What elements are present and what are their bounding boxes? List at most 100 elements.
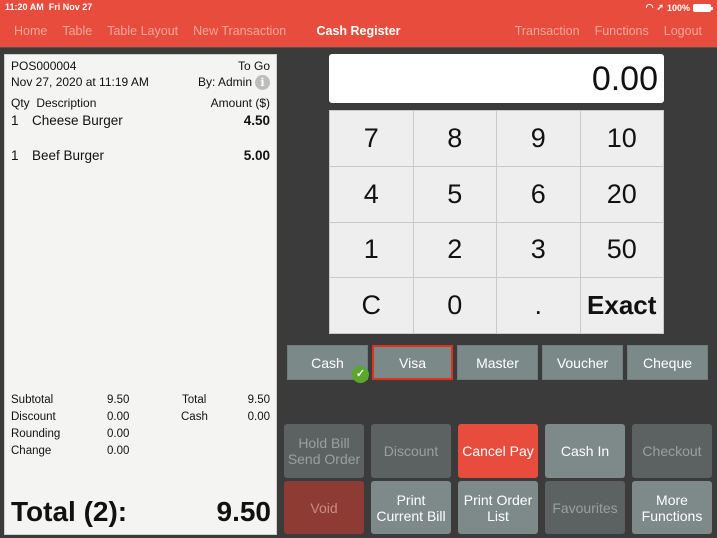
location-icon: ➚ xyxy=(656,2,664,12)
keypad: 7 8 9 10 4 5 6 20 1 2 3 50 C 0 . Exact xyxy=(329,110,664,334)
change-label: Change xyxy=(11,445,52,457)
info-icon[interactable]: i xyxy=(255,75,270,91)
item-qty: 1 xyxy=(11,113,19,128)
tender-master-button[interactable]: Master xyxy=(457,345,538,380)
tender-cheque-button[interactable]: Cheque xyxy=(627,345,708,380)
key-5[interactable]: 5 xyxy=(413,166,496,222)
discount-value: 0.00 xyxy=(107,411,130,423)
function-label: Hold Bill Send Order xyxy=(287,435,361,467)
cancel-pay-button[interactable]: Cancel Pay xyxy=(458,424,538,478)
key-8[interactable]: 8 xyxy=(413,111,496,166)
clock: 11:20 AM xyxy=(5,2,44,12)
rounding-label: Rounding xyxy=(11,428,61,440)
order-id: POS000004 xyxy=(11,59,77,73)
tender-label: Master xyxy=(476,354,519,371)
cash-label: Cash xyxy=(181,411,208,423)
receipt-item[interactable]: 1 Cheese Burger 4.50 xyxy=(11,113,270,128)
tender-label: Voucher xyxy=(556,354,609,371)
order-type: To Go xyxy=(237,59,270,73)
tender-voucher-button[interactable]: Voucher xyxy=(542,345,623,380)
cash-in-button[interactable]: Cash In xyxy=(545,424,625,478)
function-label: Checkout xyxy=(642,443,702,459)
item-description: Cheese Burger xyxy=(32,113,123,128)
key-3[interactable]: 3 xyxy=(497,222,580,278)
hold-bill-send-order-button[interactable]: Hold Bill Send Order xyxy=(284,424,364,478)
nav-functions[interactable]: Functions xyxy=(595,24,649,38)
tender-label: Cash xyxy=(311,354,344,371)
cash-register-app: 11:20 AM Fri Nov 27 ◠ ➚ 100% Home Table … xyxy=(0,0,717,538)
key-50[interactable]: 50 xyxy=(580,222,663,278)
tender-cash-button[interactable]: Cash ✓ xyxy=(287,345,369,383)
order-by-text: By: Admin xyxy=(197,75,252,89)
function-label: Print Order List xyxy=(463,491,533,524)
item-amount: 4.50 xyxy=(243,113,270,128)
key-9[interactable]: 9 xyxy=(497,111,580,166)
function-buttons: Hold Bill Send Order Discount Cancel Pay … xyxy=(284,424,712,534)
function-label: Favourites xyxy=(552,499,618,516)
key-7[interactable]: 7 xyxy=(330,111,413,166)
checkout-button[interactable]: Checkout xyxy=(632,424,712,478)
function-label: Void xyxy=(310,499,338,516)
top-bar: 11:20 AM Fri Nov 27 ◠ ➚ 100% Home Table … xyxy=(0,0,717,48)
nav-right: Transaction Functions Logout xyxy=(515,24,702,38)
key-0[interactable]: 0 xyxy=(413,278,496,333)
column-description: Description xyxy=(36,96,97,110)
tender-label: Visa xyxy=(399,354,426,371)
nav-table-layout[interactable]: Table Layout xyxy=(107,24,178,38)
column-qty: Qty xyxy=(11,96,30,110)
key-exact[interactable]: Exact xyxy=(580,278,663,333)
column-qty-description: Qty Description xyxy=(11,96,96,110)
key-clear[interactable]: C xyxy=(330,278,413,333)
print-order-list-button[interactable]: Print Order List xyxy=(458,481,538,534)
grand-total: Total (2): 9.50 xyxy=(11,496,271,528)
receipt-header-row-1: POS000004 To Go xyxy=(11,59,270,73)
receipt-header-row-2: Nov 27, 2020 at 11:19 AM By: Admin i xyxy=(11,75,270,91)
battery-percent: 100% xyxy=(666,2,690,13)
receipt-item[interactable]: 1 Beef Burger 5.00 xyxy=(11,148,270,163)
print-current-bill-button[interactable]: Print Current Bill xyxy=(371,481,451,534)
function-label: Discount xyxy=(383,443,439,459)
discount-button[interactable]: Discount xyxy=(371,424,451,478)
change-value: 0.00 xyxy=(107,445,130,457)
key-4[interactable]: 4 xyxy=(330,166,413,222)
void-button[interactable]: Void xyxy=(284,481,364,534)
rounding-value: 0.00 xyxy=(107,428,130,440)
key-10[interactable]: 10 xyxy=(580,111,663,166)
nav-left: Home Table Table Layout New Transaction xyxy=(14,24,286,38)
status-indicators: ◠ ➚ 100% xyxy=(645,2,713,13)
key-decimal[interactable]: . xyxy=(497,278,580,333)
amount-display[interactable]: 0.00 xyxy=(329,54,664,103)
battery-icon xyxy=(693,3,713,12)
discount-label: Discount xyxy=(11,411,56,423)
nav-table[interactable]: Table xyxy=(62,24,92,38)
cash-value: 0.00 xyxy=(247,411,270,423)
key-1[interactable]: 1 xyxy=(330,222,413,278)
tender-visa-button[interactable]: Visa xyxy=(372,345,453,380)
wifi-icon: ◠ xyxy=(645,2,654,12)
nav-logout[interactable]: Logout xyxy=(664,24,702,38)
function-label: Cancel Pay xyxy=(462,443,534,459)
tender-label: Cheque xyxy=(642,354,693,371)
receipt-column-headers: Qty Description Amount ($) xyxy=(11,96,270,110)
receipt-panel: POS000004 To Go Nov 27, 2020 at 11:19 AM… xyxy=(4,54,277,535)
grand-total-label: Total (2): xyxy=(11,496,128,527)
nav-new-transaction[interactable]: New Transaction xyxy=(193,24,286,38)
order-by: By: Admin i xyxy=(197,75,270,91)
more-functions-button[interactable]: More Functions xyxy=(632,481,712,534)
item-description: Beef Burger xyxy=(32,148,105,163)
grand-total-value: 9.50 xyxy=(216,496,272,527)
function-label: More Functions xyxy=(641,491,703,524)
nav-home[interactable]: Home xyxy=(14,24,47,38)
favourites-button[interactable]: Favourites xyxy=(545,481,625,534)
nav-transaction[interactable]: Transaction xyxy=(515,24,580,38)
key-6[interactable]: 6 xyxy=(497,166,580,222)
total-label: Total xyxy=(182,394,207,406)
function-label: Cash In xyxy=(560,443,610,459)
item-qty: 1 xyxy=(11,148,19,163)
total-value: 9.50 xyxy=(247,394,270,406)
key-2[interactable]: 2 xyxy=(413,222,496,278)
key-20[interactable]: 20 xyxy=(580,166,663,222)
order-datetime: Nov 27, 2020 at 11:19 AM xyxy=(11,75,149,89)
subtotal-label: Subtotal xyxy=(11,394,54,406)
function-label: Print Current Bill xyxy=(376,491,446,524)
